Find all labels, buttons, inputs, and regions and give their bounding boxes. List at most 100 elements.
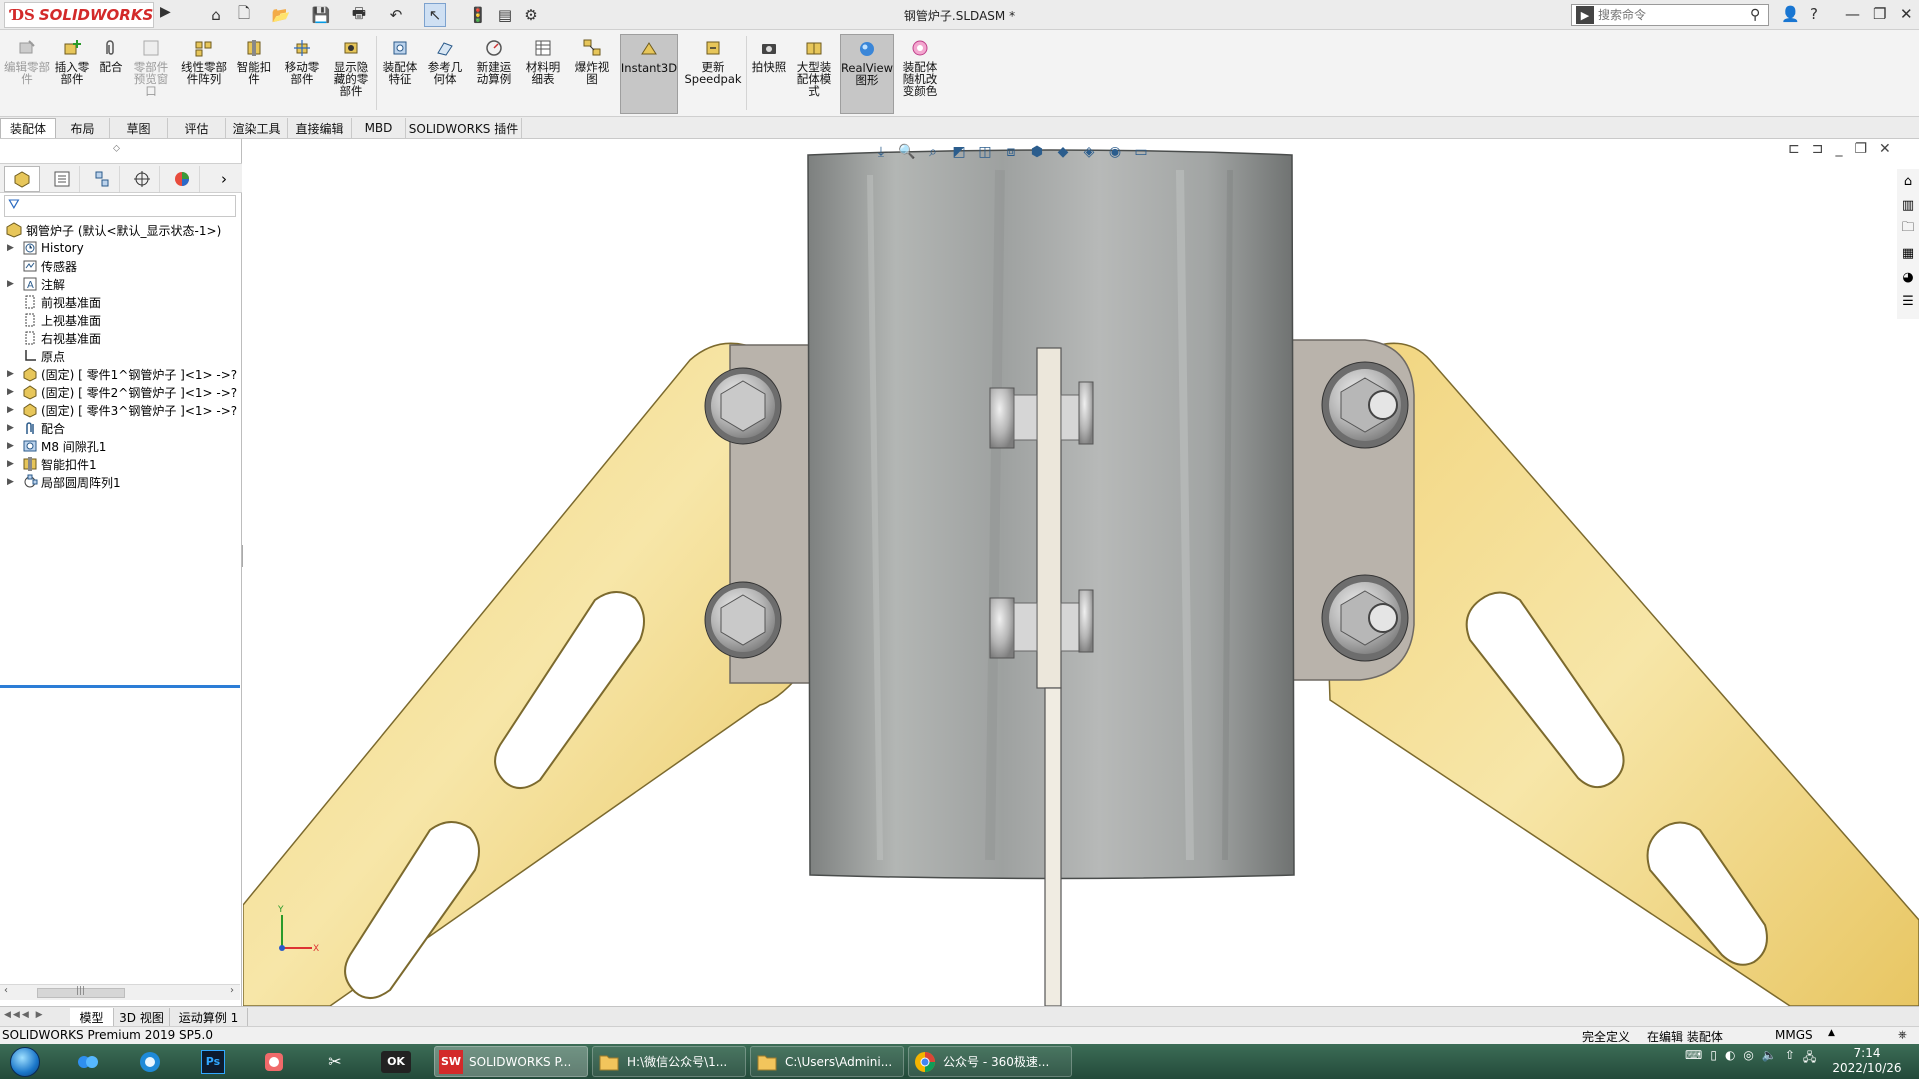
network-icon[interactable]: 🖧 — [1803, 1048, 1816, 1069]
user-icon[interactable]: 👤 — [1781, 5, 1800, 23]
edit-component-button[interactable]: 编辑零部件 — [4, 34, 50, 114]
rebuild-icon[interactable]: 🚦 — [467, 3, 489, 27]
component-preview-button[interactable]: 零部件预览窗口 — [130, 34, 172, 114]
move-component-button[interactable]: 移动零部件 — [280, 34, 324, 114]
menu-expand-icon[interactable]: ▶ — [160, 4, 174, 26]
section-view-icon[interactable]: ◩ — [948, 141, 970, 163]
propertymanager-tab-icon[interactable] — [44, 166, 80, 192]
tree-filter[interactable]: ⛛ — [4, 195, 236, 217]
network-status-icon[interactable]: ▯ — [1710, 1048, 1717, 1069]
split-right-icon[interactable]: ⊐ — [1812, 141, 1824, 157]
start-button[interactable] — [4, 1045, 46, 1078]
viewport-close-icon[interactable]: ✕ — [1879, 141, 1891, 157]
split-left-icon[interactable]: ⊏ — [1788, 141, 1800, 157]
filter-funnel-icon[interactable]: ⛛ — [8, 197, 20, 213]
view-orientation-icon[interactable]: ⧈ — [1000, 141, 1022, 163]
home-icon[interactable]: ⌂ — [205, 3, 227, 27]
new-motion-study-button[interactable]: 新建运动算例 — [472, 34, 516, 114]
ok-recorder-icon[interactable]: OK — [372, 1046, 420, 1077]
undo-icon[interactable]: ↶ — [385, 3, 407, 27]
zoom-to-fit-icon[interactable]: ⤓ — [870, 141, 892, 163]
panel-grip-icon[interactable]: ⬦ — [113, 143, 120, 154]
taskbar-window-solidworks[interactable]: SW SOLIDWORKS P... — [434, 1046, 588, 1077]
edit-appearance-icon[interactable]: ◈ — [1078, 141, 1100, 163]
tab-solidworks-addins[interactable]: SOLIDWORKS 插件 — [406, 118, 522, 138]
viewport-minimize-icon[interactable]: _ — [1835, 141, 1842, 157]
featuremanager-tab-icon[interactable] — [4, 166, 40, 192]
scroll-left-icon[interactable]: ‹ — [4, 985, 8, 996]
appearances-scenes-icon[interactable]: ◕ — [1898, 267, 1918, 287]
tray-app-icon[interactable]: ◎ — [1743, 1048, 1753, 1069]
zoom-to-area-icon[interactable]: 🔍 — [896, 141, 918, 163]
view-palette-icon[interactable]: ▦ — [1898, 243, 1918, 263]
keyboard-icon[interactable]: ⌨ — [1685, 1048, 1702, 1069]
display-manager-tab-icon[interactable] — [164, 166, 200, 192]
help-icon[interactable]: ? — [1810, 5, 1818, 23]
expand-arrow-icon[interactable]: ▶ — [7, 477, 14, 487]
linear-pattern-button[interactable]: 线性零部件阵列 — [176, 34, 232, 114]
tab-render-tools[interactable]: 渲染工具 — [226, 118, 288, 138]
graphics-area[interactable]: Y X ⤓ 🔍 ⌕ ◩ ◫ ⧈ ⬢ ◆ ◈ ◉ ▭ ⊏ ⊐ _ ❐ ✕ ⌂ ▥ … — [243, 139, 1919, 1006]
realview-graphics-button[interactable]: RealView图形 — [840, 34, 894, 114]
mate-button[interactable]: 配合 — [94, 34, 128, 114]
expand-arrow-icon[interactable]: ▶ — [7, 279, 14, 289]
tab-3d-views[interactable]: 3D 视图 — [114, 1008, 170, 1026]
search-icon[interactable]: ⚲ — [1750, 7, 1768, 23]
search-input[interactable] — [1598, 8, 1750, 22]
large-assembly-mode-button[interactable]: 大型装配体模式 — [792, 34, 836, 114]
viewport-restore-icon[interactable]: ❐ — [1854, 141, 1867, 157]
scroll-thumb[interactable]: ||| — [37, 986, 125, 998]
apply-scene-icon[interactable]: ◉ — [1104, 141, 1126, 163]
update-speedpak-button[interactable]: 更新Speedpak — [684, 34, 742, 114]
volume-icon[interactable]: 🔈 — [1762, 1048, 1777, 1069]
tab-sketch[interactable]: 草图 — [110, 118, 168, 138]
rollback-bar[interactable] — [0, 685, 240, 688]
tree-item[interactable]: ▶ 局部圆周阵列1 — [0, 471, 240, 493]
baidu-netdisk-icon[interactable] — [64, 1046, 112, 1077]
tab-model[interactable]: 模型 — [70, 1008, 114, 1026]
hide-show-items-icon[interactable]: ◆ — [1052, 141, 1074, 163]
configurationmanager-tab-icon[interactable] — [84, 166, 120, 192]
dynamic-annotation-icon[interactable]: ◫ — [974, 141, 996, 163]
unit-menu-icon[interactable]: ▲ — [1828, 1028, 1835, 1038]
panel-more-icon[interactable]: › — [206, 166, 242, 192]
tree-horizontal-scrollbar[interactable]: ‹ ||| › — [0, 984, 240, 1000]
reference-geometry-button[interactable]: 参考几何体 — [424, 34, 466, 114]
minimize-icon[interactable]: — — [1845, 5, 1860, 23]
status-options-icon[interactable]: ⎈ — [1898, 1028, 1907, 1042]
tab-motion-study-1[interactable]: 运动算例 1 — [170, 1008, 248, 1026]
scroll-right-icon[interactable]: › — [230, 985, 234, 996]
screenshot-tool-icon[interactable] — [250, 1046, 298, 1077]
new-document-icon[interactable]: 🗋 — [233, 3, 255, 27]
restore-icon[interactable]: ❐ — [1873, 5, 1886, 23]
custom-properties-icon[interactable]: ☰ — [1898, 291, 1918, 311]
view-settings-icon[interactable]: ▭ — [1130, 141, 1152, 163]
expand-arrow-icon[interactable]: ▶ — [7, 387, 14, 397]
expand-arrow-icon[interactable]: ▶ — [7, 369, 14, 379]
solidworks-logo[interactable]: ƊS SOLIDWORKS — [4, 2, 154, 28]
open-icon[interactable]: 📂 — [270, 3, 292, 27]
tray-expand-icon[interactable]: ⇧ — [1785, 1048, 1795, 1069]
options-gear-icon[interactable]: ⚙ — [520, 3, 542, 27]
taskbar-window-folder-1[interactable]: H:\微信公众号\1... — [592, 1046, 746, 1077]
browser-e-icon[interactable] — [126, 1046, 174, 1077]
antivirus-icon[interactable]: ◐ — [1725, 1048, 1735, 1069]
random-color-button[interactable]: 装配体随机改变颜色 — [898, 34, 942, 114]
system-clock[interactable]: 7:14 2022/10/26 — [1832, 1046, 1902, 1076]
smart-fasteners-button[interactable]: 智能扣件 — [236, 34, 272, 114]
expand-arrow-icon[interactable]: ▶ — [7, 423, 14, 433]
solidworks-resources-icon[interactable]: ⌂ — [1898, 171, 1918, 191]
tab-evaluate[interactable]: 评估 — [168, 118, 226, 138]
file-properties-icon[interactable]: ▤ — [494, 3, 516, 27]
dimxpert-tab-icon[interactable] — [124, 166, 160, 192]
select-cursor-icon[interactable]: ↖ — [424, 3, 446, 27]
instant3d-button[interactable]: Instant3D — [620, 34, 678, 114]
close-icon[interactable]: ✕ — [1900, 5, 1913, 23]
design-library-icon[interactable]: ▥ — [1898, 195, 1918, 215]
photoshop-icon[interactable]: Ps — [189, 1046, 237, 1077]
taskbar-window-folder-2[interactable]: C:\Users\Admini... — [750, 1046, 904, 1077]
assembly-features-button[interactable]: 装配体特征 — [380, 34, 420, 114]
unit-system[interactable]: MMGS — [1775, 1028, 1813, 1042]
tab-direct-editing[interactable]: 直接编辑 — [288, 118, 352, 138]
display-style-icon[interactable]: ⬢ — [1026, 141, 1048, 163]
